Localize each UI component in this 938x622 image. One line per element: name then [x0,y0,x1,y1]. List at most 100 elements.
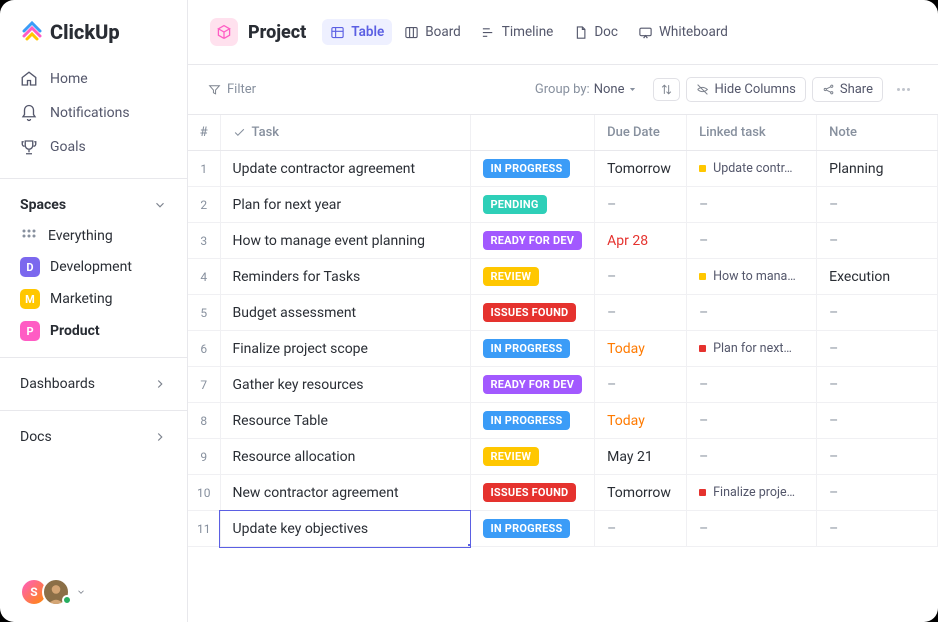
table-row[interactable]: 11 Update key objectives IN PROGRESS – –… [188,511,938,547]
view-tab-board[interactable]: Board [396,19,469,45]
task-name-cell[interactable]: Reminders for Tasks [220,259,470,295]
more-button[interactable] [889,84,918,95]
status-cell[interactable]: READY FOR DEV [470,223,595,259]
linked-task-cell[interactable]: Update contr… [687,151,817,187]
linked-task-cell[interactable]: Plan for next… [687,331,817,367]
nav-goals[interactable]: Goals [12,130,175,164]
linked-task-cell[interactable]: – [687,223,817,259]
table-row[interactable]: 8 Resource Table IN PROGRESS Today – – [188,403,938,439]
status-cell[interactable]: REVIEW [470,439,595,475]
space-item-marketing[interactable]: MMarketing [0,283,187,315]
nav-notifications[interactable]: Notifications [12,96,175,130]
col-linked-task[interactable]: Linked task [687,115,817,151]
view-tab-doc[interactable]: Doc [565,19,626,45]
linked-task-cell[interactable]: – [687,295,817,331]
status-cell[interactable]: IN PROGRESS [470,511,595,547]
table-header-row: # Task Due Date Linked task Note [188,115,938,151]
due-date-cell[interactable]: – [595,295,687,331]
space-item-development[interactable]: DDevelopment [0,251,187,283]
space-badge: D [20,257,40,277]
filter-button[interactable]: Filter [208,82,256,97]
table-row[interactable]: 9 Resource allocation REVIEW May 21 – – [188,439,938,475]
note-cell[interactable]: – [817,475,938,511]
col-note[interactable]: Note [817,115,938,151]
task-name-cell[interactable]: Update key objectives [220,511,470,547]
hide-columns-button[interactable]: Hide Columns [686,77,805,102]
note-cell[interactable]: – [817,367,938,403]
task-name-cell[interactable]: Budget assessment [220,295,470,331]
due-date-cell[interactable]: Today [595,403,687,439]
dashboards-link[interactable]: Dashboards [0,368,187,400]
due-date-cell[interactable]: – [595,511,687,547]
table-row[interactable]: 5 Budget assessment ISSUES FOUND – – – [188,295,938,331]
space-everything[interactable]: Everything [0,221,187,251]
task-name-cell[interactable]: Resource Table [220,403,470,439]
status-cell[interactable]: REVIEW [470,259,595,295]
sort-button[interactable] [653,78,680,101]
linked-task-cell[interactable]: How to mana… [687,259,817,295]
due-date-cell[interactable]: – [595,367,687,403]
task-name-cell[interactable]: Gather key resources [220,367,470,403]
note-cell[interactable]: Execution [817,259,938,295]
note-cell[interactable]: – [817,511,938,547]
doc-icon [573,25,588,40]
linked-task-cell[interactable]: – [687,439,817,475]
linked-task-cell[interactable]: Finalize proje… [687,475,817,511]
due-date-cell[interactable]: – [595,187,687,223]
view-tab-timeline[interactable]: Timeline [473,19,562,45]
col-status[interactable] [470,115,595,151]
view-tab-table[interactable]: Table [322,19,392,45]
col-task[interactable]: Task [220,115,470,151]
due-date-cell[interactable]: Apr 28 [595,223,687,259]
docs-link[interactable]: Docs [0,421,187,453]
table-row[interactable]: 1 Update contractor agreement IN PROGRES… [188,151,938,187]
task-name-cell[interactable]: Resource allocation [220,439,470,475]
task-name-cell[interactable]: New contractor agreement [220,475,470,511]
note-cell[interactable]: – [817,331,938,367]
note-cell[interactable]: – [817,223,938,259]
due-date-cell[interactable]: Tomorrow [595,151,687,187]
note-cell[interactable]: – [817,295,938,331]
due-date-cell[interactable]: Today [595,331,687,367]
status-cell[interactable]: PENDING [470,187,595,223]
due-date-cell[interactable]: – [595,259,687,295]
share-label: Share [840,82,873,97]
status-cell[interactable]: READY FOR DEV [470,367,595,403]
nav-home[interactable]: Home [12,62,175,96]
linked-task-cell[interactable]: – [687,367,817,403]
task-name-cell[interactable]: Plan for next year [220,187,470,223]
note-cell[interactable]: Planning [817,151,938,187]
task-name-cell[interactable]: How to manage event planning [220,223,470,259]
status-cell[interactable]: ISSUES FOUND [470,475,595,511]
table-row[interactable]: 10 New contractor agreement ISSUES FOUND… [188,475,938,511]
linked-task-cell[interactable]: – [687,403,817,439]
main-content: Project TableBoardTimelineDocWhiteboard … [188,0,938,622]
table-row[interactable]: 7 Gather key resources READY FOR DEV – –… [188,367,938,403]
linked-task-cell[interactable]: – [687,187,817,223]
task-name-cell[interactable]: Finalize project scope [220,331,470,367]
status-cell[interactable]: IN PROGRESS [470,403,595,439]
share-button[interactable]: Share [812,77,883,102]
linked-task-cell[interactable]: – [687,511,817,547]
due-date-cell[interactable]: May 21 [595,439,687,475]
col-due-date[interactable]: Due Date [595,115,687,151]
due-date-cell[interactable]: Tomorrow [595,475,687,511]
user-footer[interactable]: S [0,562,187,622]
table-row[interactable]: 6 Finalize project scope IN PROGRESS Tod… [188,331,938,367]
table-row[interactable]: 2 Plan for next year PENDING – – – [188,187,938,223]
table-row[interactable]: 4 Reminders for Tasks REVIEW – How to ma… [188,259,938,295]
group-by-dropdown[interactable]: Group by: None [535,82,638,97]
table-row[interactable]: 3 How to manage event planning READY FOR… [188,223,938,259]
note-cell[interactable]: – [817,187,938,223]
note-cell[interactable]: – [817,439,938,475]
view-tab-whiteboard[interactable]: Whiteboard [630,19,736,45]
task-name-cell[interactable]: Update contractor agreement [220,151,470,187]
space-item-product[interactable]: PProduct [0,315,187,347]
note-cell[interactable]: – [817,403,938,439]
col-number[interactable]: # [188,115,220,151]
status-cell[interactable]: IN PROGRESS [470,331,595,367]
spaces-header[interactable]: Spaces [0,189,187,221]
status-cell[interactable]: ISSUES FOUND [470,295,595,331]
status-cell[interactable]: IN PROGRESS [470,151,595,187]
logo[interactable]: ClickUp [0,0,187,58]
